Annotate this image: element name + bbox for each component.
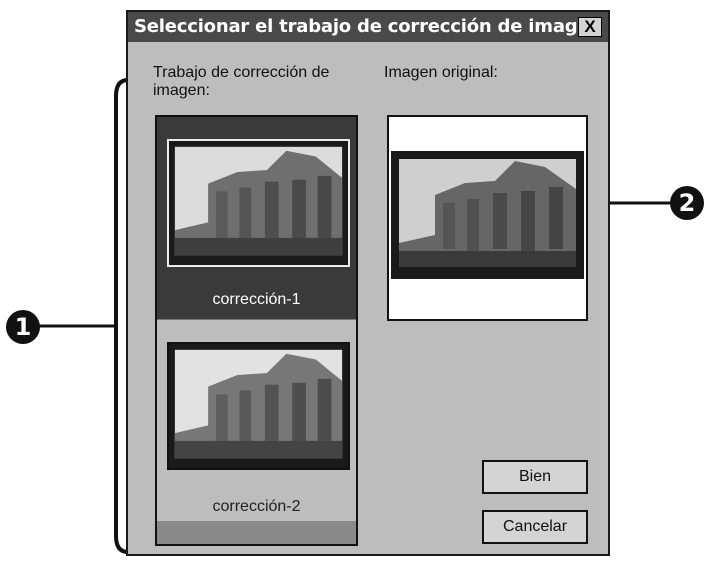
- correction-list-label: Trabajo de corrección de imagen:: [153, 64, 330, 99]
- correction-item-label: corrección-1: [212, 291, 301, 308]
- correction-job-list[interactable]: corrección-1 corrección-2: [155, 115, 358, 546]
- cancel-button[interactable]: Cancelar: [482, 510, 588, 544]
- correction-item-label: corrección-2: [212, 498, 301, 515]
- correction-thumbnail-1: [167, 139, 350, 267]
- callout-number-2: 2: [670, 186, 704, 220]
- correction-thumbnail-2: [167, 342, 350, 470]
- original-image-label: Imagen original:: [384, 64, 498, 81]
- callout-number-1: 1: [6, 310, 40, 344]
- correction-job-dialog: Seleccionar el trabajo de corrección de …: [126, 10, 610, 556]
- correction-item-1[interactable]: corrección-1: [157, 117, 356, 319]
- original-image-preview: [391, 151, 584, 279]
- title-bar: Seleccionar el trabajo de corrección de …: [128, 12, 608, 42]
- close-button[interactable]: X: [578, 17, 602, 37]
- dialog-title: Seleccionar el trabajo de corrección de …: [134, 16, 603, 37]
- original-image-frame: [387, 115, 588, 321]
- ok-button[interactable]: Bien: [482, 460, 588, 494]
- correction-item-2[interactable]: corrección-2: [157, 319, 356, 521]
- close-icon: X: [584, 17, 596, 36]
